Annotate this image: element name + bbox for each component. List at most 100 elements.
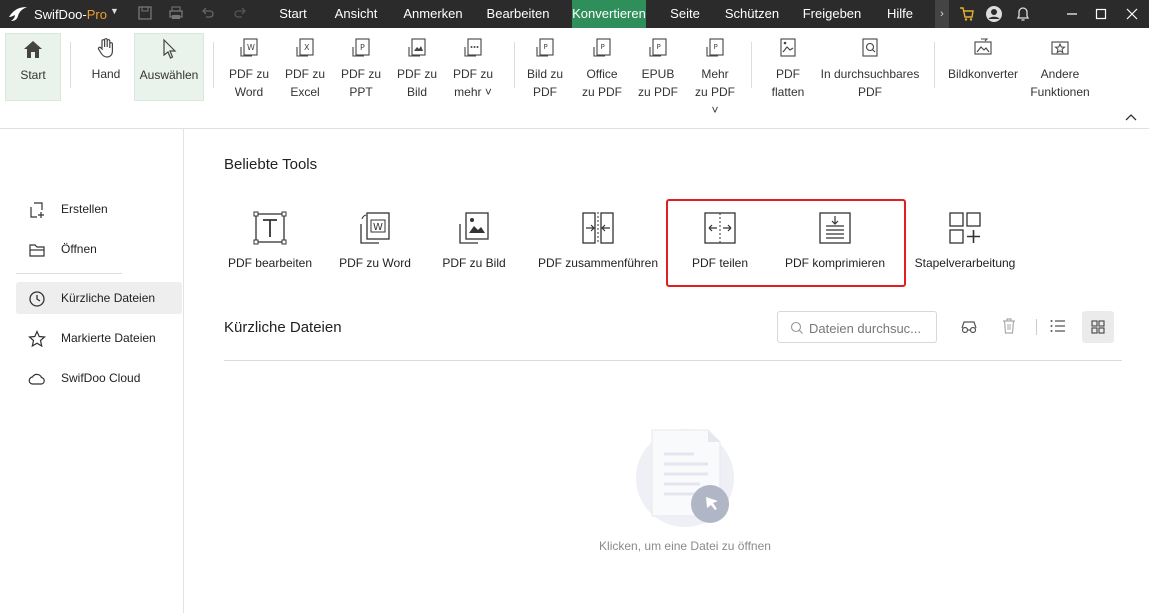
sidebar-item-recent[interactable]: Kürzliche Dateien <box>16 282 182 314</box>
sidebar: Erstellen Öffnen Kürzliche Dateien Marki… <box>0 129 184 613</box>
maximize-icon[interactable] <box>1090 0 1112 28</box>
clock-icon <box>29 291 45 307</box>
pdf-flatten-icon <box>780 38 796 57</box>
pdf-to-ppt-button[interactable]: P PDF zu PPT <box>336 33 386 100</box>
pdf-to-image-button[interactable]: PDF zu Bild <box>392 33 442 100</box>
menu-ansicht[interactable]: Ansicht <box>329 0 383 28</box>
office-to-pdf-button[interactable]: P Office zu PDF <box>578 33 626 100</box>
tool-pdf-to-word[interactable]: W PDF zu Word <box>334 210 416 270</box>
cart-icon[interactable] <box>956 0 978 28</box>
save-icon[interactable] <box>136 5 154 23</box>
ribbon-toolbar: Start Hand Auswählen W PDF zu Word X PDF… <box>0 28 1149 129</box>
pdf-to-word-icon: W <box>360 212 390 244</box>
menu-hilfe[interactable]: Hilfe <box>880 0 920 28</box>
svg-text:P: P <box>714 43 718 51</box>
grid-view-button[interactable] <box>1082 311 1114 343</box>
image-converter-icon <box>974 38 992 55</box>
select-tool-button[interactable]: Auswählen <box>134 33 204 101</box>
toolbar-divider <box>1036 319 1037 335</box>
office-to-pdf-icon: P <box>593 38 611 57</box>
ocr-searchable-icon <box>862 38 878 57</box>
menu-seite[interactable]: Seite <box>664 0 706 28</box>
minimize-icon[interactable] <box>1061 0 1083 28</box>
epub-to-pdf-button[interactable]: P EPUB zu PDF <box>634 33 682 100</box>
other-functions-button[interactable]: Andere Funktionen <box>1026 33 1094 100</box>
highlight-frame <box>666 199 906 287</box>
pdf-to-image-icon <box>459 212 489 244</box>
title-bar: SwifDoo-Pro ▼ Start Ansicht Anmerken Bea… <box>0 0 1149 28</box>
image-to-pdf-icon: P <box>536 38 554 57</box>
print-icon[interactable] <box>167 5 185 23</box>
sidebar-item-starred[interactable]: Markierte Dateien <box>16 322 182 354</box>
open-file-illustration[interactable] <box>634 428 738 528</box>
search-input[interactable] <box>809 318 933 338</box>
pdf-to-word-icon: W <box>240 38 258 57</box>
start-button[interactable]: Start <box>5 33 61 101</box>
collapse-ribbon-icon[interactable] <box>1125 112 1137 124</box>
tool-merge-pdf[interactable]: PDF zusammenführen <box>536 210 660 270</box>
svg-text:X: X <box>304 43 310 52</box>
menu-schuetzen[interactable]: Schützen <box>722 0 782 28</box>
tool-batch-processing[interactable]: Stapelverarbeitung <box>912 210 1018 270</box>
merge-icon <box>582 212 614 244</box>
svg-text:P: P <box>657 43 661 51</box>
menu-anmerken[interactable]: Anmerken <box>398 0 468 28</box>
recent-files-title: Kürzliche Dateien <box>224 319 342 336</box>
other-functions-icon <box>1051 41 1069 55</box>
hand-icon <box>97 38 113 58</box>
create-file-icon <box>30 202 44 218</box>
cursor-arrow-icon <box>163 38 177 59</box>
app-menu-dropdown-icon[interactable]: ▼ <box>110 6 119 16</box>
more-to-pdf-icon: P <box>706 38 724 57</box>
sidebar-item-cloud[interactable]: SwifDoo Cloud <box>16 362 182 394</box>
redo-icon[interactable] <box>231 5 249 23</box>
svg-text:W: W <box>247 43 255 52</box>
pdf-to-excel-button[interactable]: X PDF zu Excel <box>280 33 330 100</box>
menu-konvertieren[interactable]: Konvertieren <box>572 0 646 28</box>
tool-pdf-to-image[interactable]: PDF zu Bild <box>438 210 510 270</box>
grid-view-icon <box>1091 320 1105 334</box>
edit-text-icon <box>253 211 287 245</box>
cloud-sync-icon[interactable] <box>959 316 979 336</box>
pdf-to-word-button[interactable]: W PDF zu Word <box>224 33 274 100</box>
cloud-icon <box>28 373 45 385</box>
sidebar-divider <box>16 273 122 274</box>
pdf-to-image-icon <box>408 38 426 57</box>
pdf-flatten-button[interactable]: PDF flatten <box>764 33 812 100</box>
close-icon[interactable] <box>1121 0 1143 28</box>
sidebar-item-create[interactable]: Erstellen <box>16 193 182 225</box>
menu-scroll-right-icon[interactable]: › <box>935 0 949 28</box>
more-to-pdf-button[interactable]: P Mehr zu PDF ˅ <box>690 33 740 117</box>
svg-text:W: W <box>373 222 383 233</box>
search-icon <box>790 321 803 334</box>
folder-icon <box>29 244 45 257</box>
menu-freigeben[interactable]: Freigeben <box>800 0 864 28</box>
bell-icon[interactable] <box>1012 0 1034 28</box>
svg-text:P: P <box>360 43 365 52</box>
empty-state-text: Klicken, um eine Datei zu öffnen <box>599 539 771 553</box>
star-icon <box>28 330 46 348</box>
app-name: SwifDoo-Pro <box>34 7 107 22</box>
file-search-box[interactable] <box>777 311 937 343</box>
image-converter-button[interactable]: Bildkonverter <box>944 33 1022 100</box>
hand-tool-button[interactable]: Hand <box>82 33 130 100</box>
undo-icon[interactable] <box>199 5 217 23</box>
epub-to-pdf-icon: P <box>649 38 667 57</box>
swifdoo-logo-icon <box>9 7 27 21</box>
home-icon <box>24 41 42 58</box>
searchable-pdf-button[interactable]: In durchsuchbares PDF <box>818 33 922 100</box>
trash-icon[interactable] <box>999 316 1019 336</box>
menu-start[interactable]: Start <box>273 0 313 28</box>
tool-edit-pdf[interactable]: PDF bearbeiten <box>222 210 318 270</box>
svg-text:P: P <box>544 43 548 51</box>
list-view-icon[interactable] <box>1048 316 1068 336</box>
image-to-pdf-button[interactable]: P Bild zu PDF <box>522 33 568 100</box>
pdf-to-more-icon <box>464 38 482 57</box>
svg-text:P: P <box>601 43 605 51</box>
pdf-to-more-button[interactable]: PDF zu mehr ˅ <box>448 33 498 100</box>
pdf-to-ppt-icon: P <box>352 38 370 57</box>
recent-files-divider <box>224 360 1122 361</box>
user-avatar-icon[interactable] <box>983 0 1005 28</box>
sidebar-item-open[interactable]: Öffnen <box>16 233 182 265</box>
menu-bearbeiten[interactable]: Bearbeiten <box>483 0 553 28</box>
